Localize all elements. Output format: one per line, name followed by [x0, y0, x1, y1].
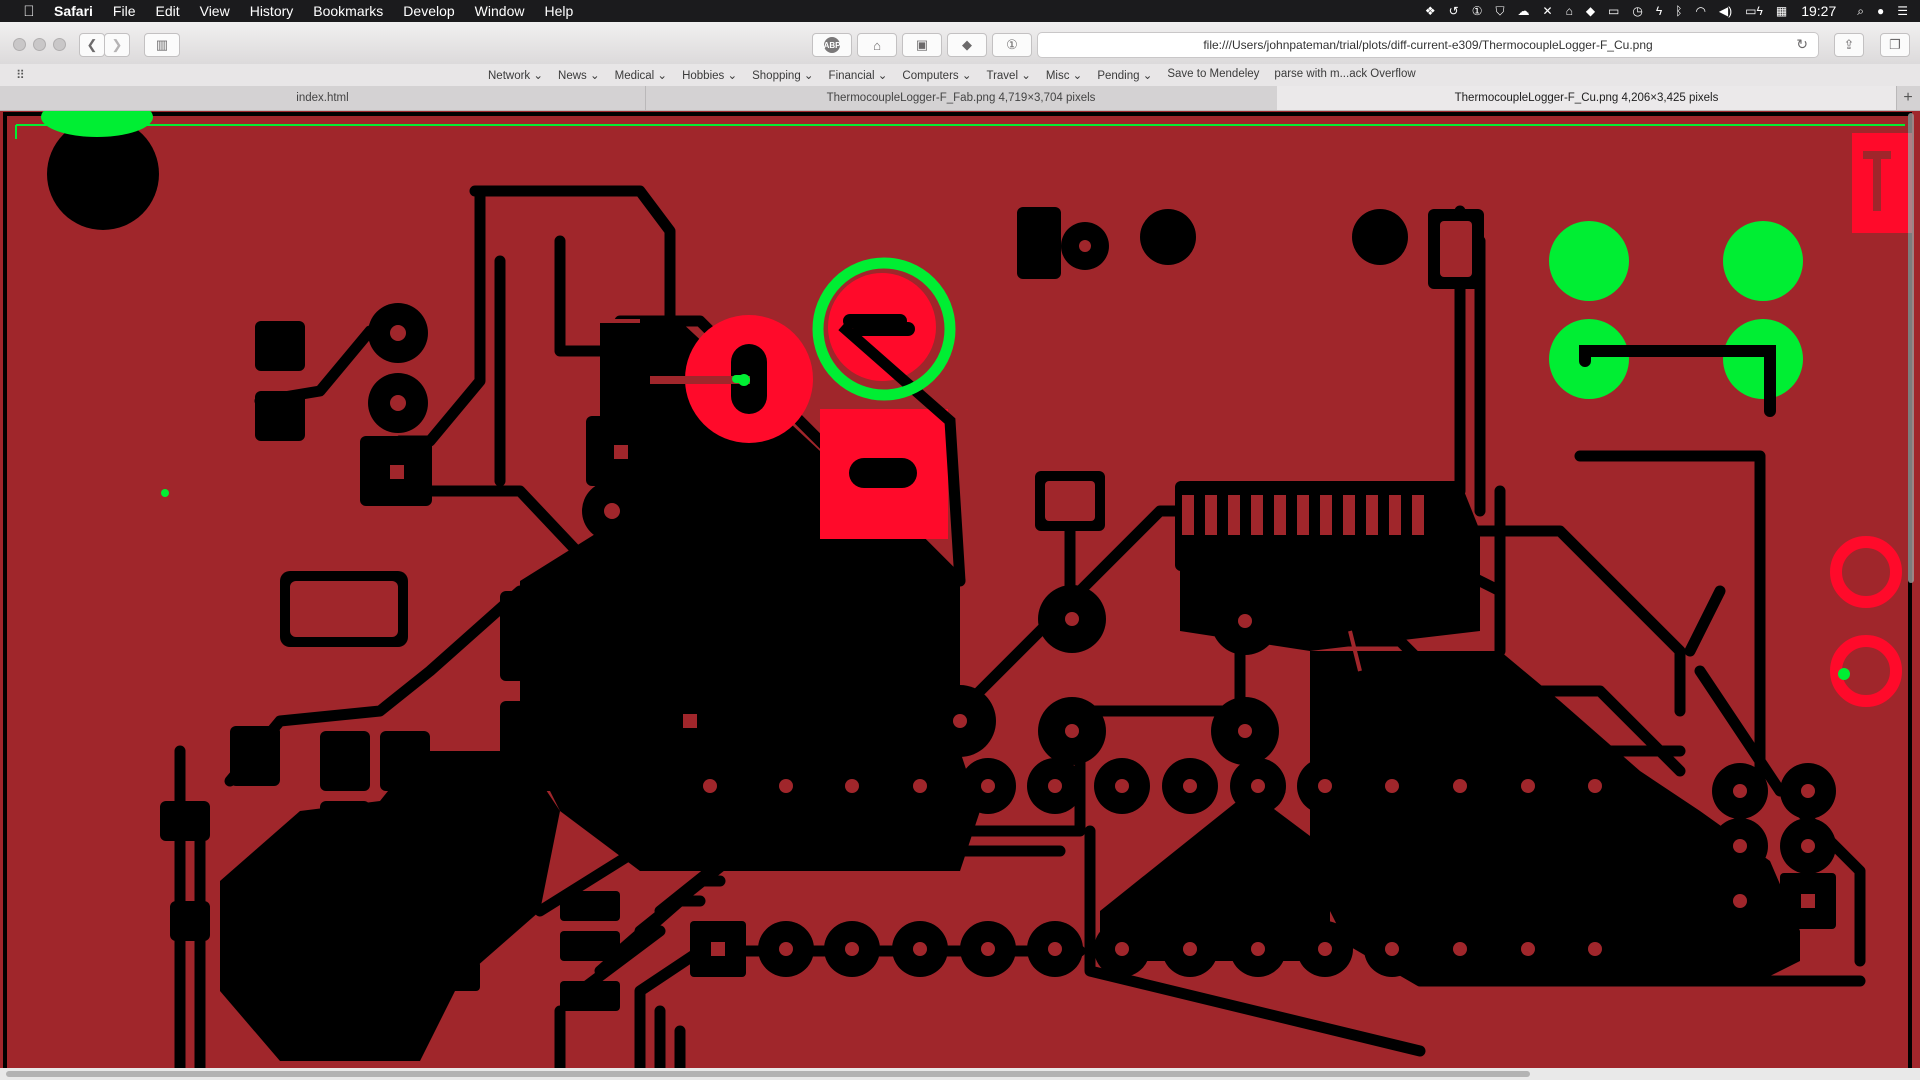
tabs-icon: ❐ — [1889, 37, 1901, 52]
image-viewport[interactable] — [0, 111, 1920, 1068]
bookmarks-bar: ⠿ Network ⌄ News ⌄ Medical ⌄ Hobbies ⌄ S… — [0, 64, 1920, 87]
power-icon[interactable]: ϟ — [1656, 4, 1662, 18]
menu-develop[interactable]: Develop — [403, 3, 454, 19]
bluetooth-icon[interactable]: ᛒ — [1675, 4, 1682, 18]
new-tab-button[interactable]: + — [1896, 86, 1920, 110]
onepassword-button[interactable]: ① — [992, 33, 1032, 57]
browser-toolbar: ❮ ❯ ▥ ABP ⌂ ▣ ◆ ① file:///Users/johnpate… — [0, 22, 1920, 65]
tab-bar: index.html ThermocoupleLogger-F_Fab.png … — [0, 86, 1920, 111]
menu-view[interactable]: View — [200, 3, 230, 19]
bookmark-pending[interactable]: Pending ⌄ — [1097, 68, 1152, 82]
close-window-button[interactable] — [13, 38, 26, 51]
volume-icon[interactable]: ◀) — [1719, 4, 1732, 18]
dropbox-icon[interactable]: ❖ — [1425, 4, 1436, 18]
time-machine-icon[interactable]: ◷ — [1632, 4, 1642, 18]
back-button[interactable]: ❮ — [79, 33, 105, 57]
bank-icon[interactable]: ⌂ — [1566, 4, 1573, 18]
tab-label: ThermocoupleLogger-F_Cu.png 4,206×3,425 … — [1454, 92, 1719, 104]
abp-icon: ABP — [824, 37, 840, 53]
onepassword-icon: ① — [1006, 37, 1018, 52]
menu-file[interactable]: File — [113, 3, 136, 19]
menu-edit[interactable]: Edit — [155, 3, 179, 19]
minimize-window-button[interactable] — [33, 38, 46, 51]
evernote-button[interactable]: ◆ — [947, 33, 987, 57]
menu-app-name[interactable]: Safari — [54, 3, 93, 19]
tab-label: index.html — [296, 92, 349, 104]
apple-menu-icon[interactable]:  — [18, 3, 40, 20]
puzzle-icon: ▣ — [915, 37, 929, 52]
sidebar-icon: ▥ — [155, 37, 169, 52]
sync-icon[interactable]: ↺ — [1449, 4, 1459, 18]
bank-extension-button[interactable]: ⌂ — [857, 33, 897, 57]
chevron-right-icon: ❯ — [111, 37, 123, 52]
chevron-left-icon: ❮ — [86, 37, 98, 52]
evernote-icon[interactable]: ◆ — [1586, 4, 1595, 18]
spotlight-icon[interactable]: ⌕ — [1857, 4, 1864, 19]
bookmark-misc[interactable]: Misc ⌄ — [1046, 68, 1082, 82]
bookmark-travel[interactable]: Travel ⌄ — [986, 68, 1030, 82]
tab-index[interactable]: index.html — [0, 86, 646, 110]
reload-icon[interactable]: ↻ — [1796, 36, 1808, 53]
menu-history[interactable]: History — [250, 3, 294, 19]
cast-icon[interactable]: ▭ — [1608, 4, 1619, 18]
zoom-window-button[interactable] — [53, 38, 66, 51]
clock[interactable]: 19:27 — [1801, 3, 1836, 19]
menu-help[interactable]: Help — [544, 3, 573, 19]
cloud-icon[interactable]: ☁ — [1518, 4, 1530, 18]
bank-icon: ⌂ — [873, 37, 881, 53]
bookmark-parse-stack-overflow[interactable]: parse with m...ack Overflow — [1274, 68, 1415, 82]
battery-icon[interactable]: ▭ϟ — [1745, 4, 1763, 18]
bookmark-save-to-mendeley[interactable]: Save to Mendeley — [1167, 68, 1259, 82]
horizontal-scrollbar[interactable] — [0, 1068, 1920, 1080]
notification-center-icon[interactable]: ☰ — [1897, 4, 1908, 18]
bookmark-financial[interactable]: Financial ⌄ — [829, 68, 888, 82]
tools-icon[interactable]: ✕ — [1543, 4, 1553, 18]
bookmark-hobbies[interactable]: Hobbies ⌄ — [682, 68, 737, 82]
share-icon: ⇪ — [1843, 37, 1855, 52]
url-text: file:///Users/johnpateman/trial/plots/di… — [1203, 38, 1653, 52]
vertical-scrollbar[interactable] — [1908, 113, 1914, 583]
bookmark-shopping[interactable]: Shopping ⌄ — [752, 68, 813, 82]
evernote-icon: ◆ — [962, 37, 972, 52]
horizontal-scroll-thumb[interactable] — [6, 1071, 1530, 1077]
tab-label: ThermocoupleLogger-F_Fab.png 4,719×3,704… — [826, 92, 1096, 104]
sidebar-button[interactable]: ▥ — [144, 33, 180, 57]
bookmark-medical[interactable]: Medical ⌄ — [615, 68, 667, 82]
menu-window[interactable]: Window — [475, 3, 525, 19]
forward-button[interactable]: ❯ — [104, 33, 130, 57]
adblock-button[interactable]: ABP — [812, 33, 852, 57]
flag-icon[interactable]: ▦ — [1776, 4, 1787, 18]
bookmark-news[interactable]: News ⌄ — [558, 68, 600, 82]
onepassword-icon[interactable]: ① — [1472, 4, 1483, 18]
share-button[interactable]: ⇪ — [1834, 33, 1864, 57]
tab-f-cu[interactable]: ThermocoupleLogger-F_Cu.png 4,206×3,425 … — [1277, 86, 1897, 110]
wifi-icon[interactable]: ◠ — [1695, 4, 1705, 18]
siri-icon[interactable]: ● — [1877, 4, 1884, 18]
menu-bookmarks[interactable]: Bookmarks — [313, 3, 383, 19]
tabs-overview-button[interactable]: ❐ — [1880, 33, 1910, 57]
bookmark-computers[interactable]: Computers ⌄ — [902, 68, 971, 82]
shield-icon[interactable]: ⛉ — [1495, 4, 1504, 19]
address-bar[interactable]: file:///Users/johnpateman/trial/plots/di… — [1037, 32, 1819, 58]
menu-bar:  Safari File Edit View History Bookmark… — [0, 0, 1920, 22]
extension-button[interactable]: ▣ — [902, 33, 942, 57]
grid-icon[interactable]: ⠿ — [16, 68, 25, 82]
bookmark-network[interactable]: Network ⌄ — [488, 68, 543, 82]
tab-f-fab[interactable]: ThermocoupleLogger-F_Fab.png 4,719×3,704… — [645, 86, 1278, 110]
pcb-copper-image — [0, 111, 1920, 1068]
